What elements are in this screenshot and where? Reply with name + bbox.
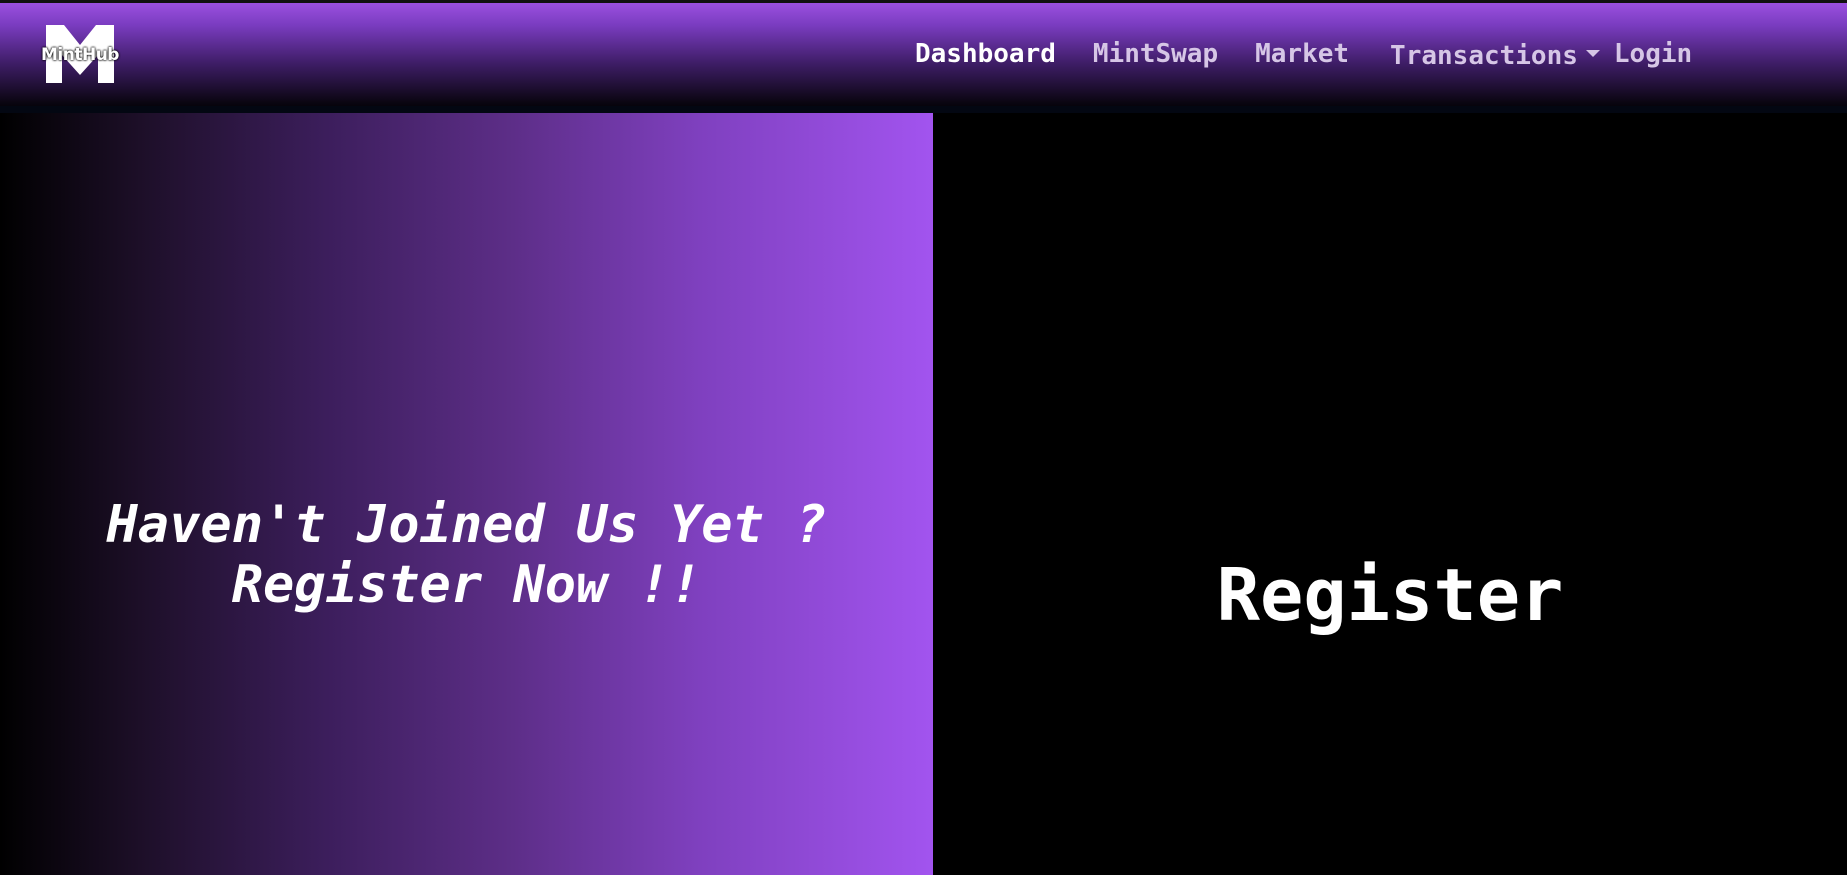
- brand-name: MintHub: [41, 45, 119, 65]
- register-panel: Register: [933, 113, 1847, 875]
- caret-down-icon: [1585, 49, 1600, 57]
- promo-heading-line-1: Haven't Joined Us Yet ?: [106, 495, 827, 555]
- main-nav: Dashboard MintSwap Market Transactions L…: [915, 37, 1692, 71]
- top-navbar: MintHub Dashboard MintSwap Market Transa…: [0, 0, 1847, 116]
- promo-heading-line-2: Register Now !!: [231, 555, 702, 615]
- promo-heading: Haven't Joined Us Yet ? Register Now !!: [0, 495, 933, 615]
- nav-mintswap[interactable]: MintSwap: [1093, 39, 1218, 69]
- register-title: Register: [1216, 553, 1564, 637]
- brand-logo[interactable]: MintHub: [34, 25, 126, 83]
- nav-transactions-dropdown[interactable]: Transactions: [1390, 41, 1600, 71]
- promo-panel: Haven't Joined Us Yet ? Register Now !!: [0, 113, 933, 875]
- nav-login[interactable]: Login: [1614, 39, 1692, 69]
- nav-transactions-label: Transactions: [1390, 41, 1578, 71]
- nav-market[interactable]: Market: [1255, 39, 1349, 69]
- nav-dashboard[interactable]: Dashboard: [915, 39, 1056, 69]
